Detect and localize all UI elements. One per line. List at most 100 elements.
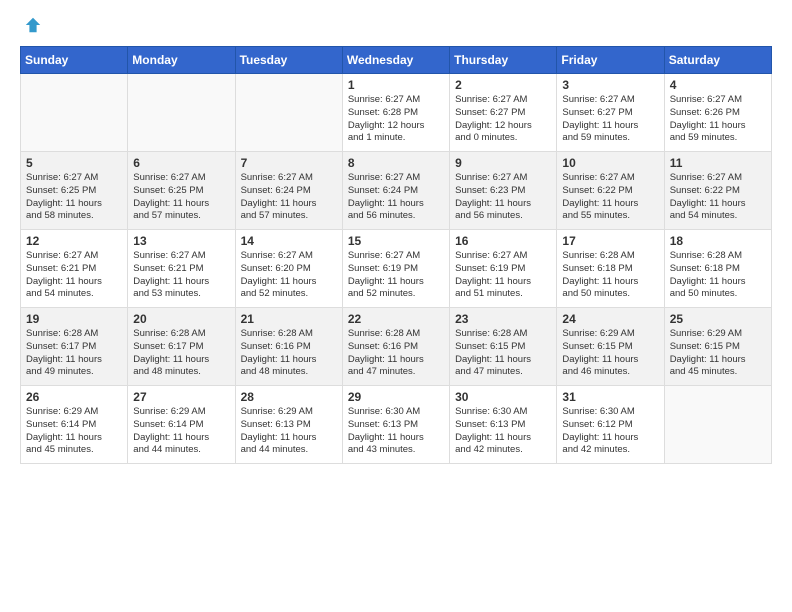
day-info: Sunrise: 6:27 AM Sunset: 6:24 PM Dayligh… <box>241 172 337 223</box>
calendar-header-thursday: Thursday <box>450 47 557 74</box>
page: SundayMondayTuesdayWednesdayThursdayFrid… <box>0 0 792 612</box>
day-info: Sunrise: 6:28 AM Sunset: 6:18 PM Dayligh… <box>562 250 658 301</box>
day-info: Sunrise: 6:28 AM Sunset: 6:17 PM Dayligh… <box>26 328 122 379</box>
calendar-cell: 21 Sunrise: 6:28 AM Sunset: 6:16 PM Dayli… <box>235 308 342 386</box>
day-info: Sunrise: 6:27 AM Sunset: 6:19 PM Dayligh… <box>455 250 551 301</box>
day-info: Sunrise: 6:27 AM Sunset: 6:24 PM Dayligh… <box>348 172 444 223</box>
day-number: 5 <box>26 156 122 170</box>
day-info: Sunrise: 6:30 AM Sunset: 6:13 PM Dayligh… <box>455 406 551 457</box>
calendar-cell: 30 Sunrise: 6:30 AM Sunset: 6:13 PM Dayli… <box>450 386 557 464</box>
day-info: Sunrise: 6:27 AM Sunset: 6:27 PM Dayligh… <box>455 94 551 145</box>
calendar-week-row: 1Sunrise: 6:27 AM Sunset: 6:28 PM Daylig… <box>21 74 772 152</box>
day-number: 10 <box>562 156 658 170</box>
day-number: 28 <box>241 390 337 404</box>
calendar-cell: 1Sunrise: 6:27 AM Sunset: 6:28 PM Daylig… <box>342 74 449 152</box>
day-number: 9 <box>455 156 551 170</box>
day-number: 14 <box>241 234 337 248</box>
day-info: Sunrise: 6:27 AM Sunset: 6:26 PM Dayligh… <box>670 94 766 145</box>
calendar-header-tuesday: Tuesday <box>235 47 342 74</box>
day-info: Sunrise: 6:30 AM Sunset: 6:13 PM Dayligh… <box>348 406 444 457</box>
day-number: 2 <box>455 78 551 92</box>
day-number: 21 <box>241 312 337 326</box>
day-number: 6 <box>133 156 229 170</box>
calendar-cell: 3Sunrise: 6:27 AM Sunset: 6:27 PM Daylig… <box>557 74 664 152</box>
calendar-cell: 20 Sunrise: 6:28 AM Sunset: 6:17 PM Dayli… <box>128 308 235 386</box>
day-number: 1 <box>348 78 444 92</box>
day-number: 30 <box>455 390 551 404</box>
calendar-cell <box>128 74 235 152</box>
calendar-cell: 8Sunrise: 6:27 AM Sunset: 6:24 PM Daylig… <box>342 152 449 230</box>
day-info: Sunrise: 6:28 AM Sunset: 6:18 PM Dayligh… <box>670 250 766 301</box>
day-info: Sunrise: 6:27 AM Sunset: 6:21 PM Dayligh… <box>26 250 122 301</box>
calendar-cell: 6 Sunrise: 6:27 AM Sunset: 6:25 PM Daylig… <box>128 152 235 230</box>
day-number: 17 <box>562 234 658 248</box>
calendar-header-row: SundayMondayTuesdayWednesdayThursdayFrid… <box>21 47 772 74</box>
day-info: Sunrise: 6:28 AM Sunset: 6:17 PM Dayligh… <box>133 328 229 379</box>
day-info: Sunrise: 6:27 AM Sunset: 6:22 PM Dayligh… <box>670 172 766 223</box>
day-number: 20 <box>133 312 229 326</box>
calendar-cell: 26 Sunrise: 6:29 AM Sunset: 6:14 PM Dayli… <box>21 386 128 464</box>
logo-icon <box>24 16 42 34</box>
calendar-cell: 18 Sunrise: 6:28 AM Sunset: 6:18 PM Dayli… <box>664 230 771 308</box>
day-number: 31 <box>562 390 658 404</box>
day-info: Sunrise: 6:27 AM Sunset: 6:25 PM Dayligh… <box>26 172 122 223</box>
calendar-cell: 5 Sunrise: 6:27 AM Sunset: 6:25 PM Daylig… <box>21 152 128 230</box>
calendar-cell: 15 Sunrise: 6:27 AM Sunset: 6:19 PM Dayli… <box>342 230 449 308</box>
day-info: Sunrise: 6:29 AM Sunset: 6:15 PM Dayligh… <box>670 328 766 379</box>
day-number: 26 <box>26 390 122 404</box>
day-info: Sunrise: 6:27 AM Sunset: 6:25 PM Dayligh… <box>133 172 229 223</box>
calendar-cell <box>235 74 342 152</box>
day-number: 25 <box>670 312 766 326</box>
day-number: 11 <box>670 156 766 170</box>
calendar-cell <box>21 74 128 152</box>
day-info: Sunrise: 6:29 AM Sunset: 6:14 PM Dayligh… <box>26 406 122 457</box>
day-info: Sunrise: 6:27 AM Sunset: 6:20 PM Dayligh… <box>241 250 337 301</box>
calendar-cell: 14 Sunrise: 6:27 AM Sunset: 6:20 PM Dayli… <box>235 230 342 308</box>
calendar-week-row: 12Sunrise: 6:27 AM Sunset: 6:21 PM Dayli… <box>21 230 772 308</box>
calendar-cell: 12Sunrise: 6:27 AM Sunset: 6:21 PM Dayli… <box>21 230 128 308</box>
calendar-table: SundayMondayTuesdayWednesdayThursdayFrid… <box>20 46 772 464</box>
day-number: 23 <box>455 312 551 326</box>
calendar-cell: 13Sunrise: 6:27 AM Sunset: 6:21 PM Dayli… <box>128 230 235 308</box>
calendar-cell: 4 Sunrise: 6:27 AM Sunset: 6:26 PM Daylig… <box>664 74 771 152</box>
day-info: Sunrise: 6:27 AM Sunset: 6:19 PM Dayligh… <box>348 250 444 301</box>
calendar-header-saturday: Saturday <box>664 47 771 74</box>
calendar-header-wednesday: Wednesday <box>342 47 449 74</box>
header <box>20 16 772 34</box>
day-info: Sunrise: 6:27 AM Sunset: 6:23 PM Dayligh… <box>455 172 551 223</box>
calendar-cell: 22 Sunrise: 6:28 AM Sunset: 6:16 PM Dayli… <box>342 308 449 386</box>
calendar-header-sunday: Sunday <box>21 47 128 74</box>
calendar-cell <box>664 386 771 464</box>
calendar-cell: 24Sunrise: 6:29 AM Sunset: 6:15 PM Dayli… <box>557 308 664 386</box>
day-number: 27 <box>133 390 229 404</box>
day-number: 3 <box>562 78 658 92</box>
calendar-cell: 19 Sunrise: 6:28 AM Sunset: 6:17 PM Dayli… <box>21 308 128 386</box>
day-info: Sunrise: 6:27 AM Sunset: 6:22 PM Dayligh… <box>562 172 658 223</box>
calendar-week-row: 5 Sunrise: 6:27 AM Sunset: 6:25 PM Daylig… <box>21 152 772 230</box>
day-number: 22 <box>348 312 444 326</box>
day-info: Sunrise: 6:30 AM Sunset: 6:12 PM Dayligh… <box>562 406 658 457</box>
day-info: Sunrise: 6:28 AM Sunset: 6:16 PM Dayligh… <box>241 328 337 379</box>
day-info: Sunrise: 6:28 AM Sunset: 6:15 PM Dayligh… <box>455 328 551 379</box>
day-number: 13 <box>133 234 229 248</box>
calendar-cell: 25 Sunrise: 6:29 AM Sunset: 6:15 PM Dayli… <box>664 308 771 386</box>
day-info: Sunrise: 6:29 AM Sunset: 6:13 PM Dayligh… <box>241 406 337 457</box>
day-number: 15 <box>348 234 444 248</box>
day-number: 19 <box>26 312 122 326</box>
day-info: Sunrise: 6:29 AM Sunset: 6:15 PM Dayligh… <box>562 328 658 379</box>
calendar-cell: 11 Sunrise: 6:27 AM Sunset: 6:22 PM Dayli… <box>664 152 771 230</box>
day-number: 18 <box>670 234 766 248</box>
calendar-cell: 17 Sunrise: 6:28 AM Sunset: 6:18 PM Dayli… <box>557 230 664 308</box>
day-number: 7 <box>241 156 337 170</box>
calendar-cell: 10 Sunrise: 6:27 AM Sunset: 6:22 PM Dayli… <box>557 152 664 230</box>
calendar-header-friday: Friday <box>557 47 664 74</box>
calendar-cell: 7 Sunrise: 6:27 AM Sunset: 6:24 PM Daylig… <box>235 152 342 230</box>
day-info: Sunrise: 6:28 AM Sunset: 6:16 PM Dayligh… <box>348 328 444 379</box>
calendar-week-row: 19 Sunrise: 6:28 AM Sunset: 6:17 PM Dayli… <box>21 308 772 386</box>
calendar-cell: 16Sunrise: 6:27 AM Sunset: 6:19 PM Dayli… <box>450 230 557 308</box>
day-number: 4 <box>670 78 766 92</box>
day-number: 29 <box>348 390 444 404</box>
logo <box>20 16 42 34</box>
calendar-cell: 29 Sunrise: 6:30 AM Sunset: 6:13 PM Dayli… <box>342 386 449 464</box>
calendar-week-row: 26 Sunrise: 6:29 AM Sunset: 6:14 PM Dayli… <box>21 386 772 464</box>
